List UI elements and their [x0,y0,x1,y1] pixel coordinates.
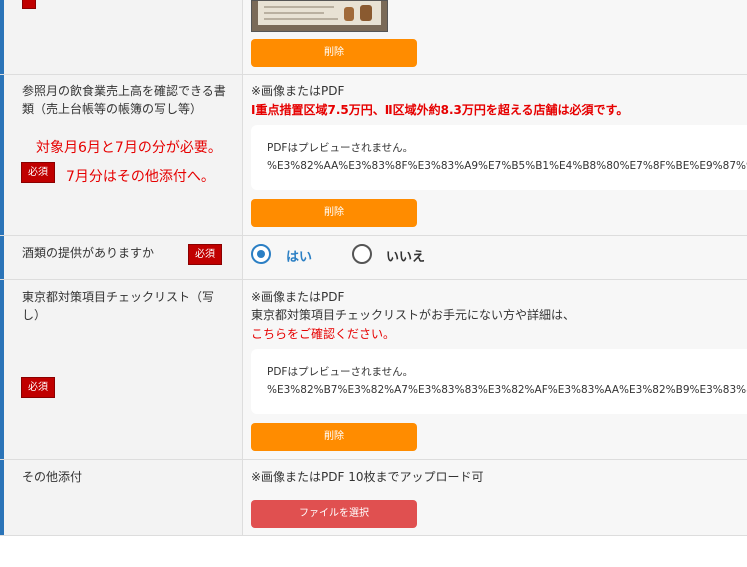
radio-yes-label[interactable]: はい [286,246,312,265]
radio-selected-dot [257,250,265,258]
required-warning: Ⅰ重点措置区域7.5万円、Ⅱ区域外約8.3万円を超える店舗は必須です。 [251,103,629,117]
annotation-note-2: 7月分はその他添付へ。 [66,169,215,185]
required-badge: 必須 [21,377,55,398]
required-badge: 必須 [21,162,55,183]
required-badge: 必須 [188,244,222,265]
other-attachment-label: その他添付 [22,470,83,484]
label-cell [4,0,242,74]
delete-button[interactable]: 削除 [251,423,417,451]
delete-button[interactable]: 削除 [251,199,417,227]
checklist-details-link[interactable]: こちらをご確認ください。 [251,325,395,342]
file-type-hint: ※画像またはPDF [251,290,345,304]
file-preview-box: PDFはプレビューされません。 %E3%82%B7%E3%82%A7%E3%83… [251,349,747,414]
row-divider [0,535,747,536]
uploaded-image-thumbnail [251,0,388,32]
alcohol-label: 酒類の提供がありますか [22,246,155,260]
required-badge [22,0,36,9]
delete-button[interactable]: 削除 [251,39,417,67]
checklist-description: 東京都対策項目チェックリストがお手元にない方や詳細は、 [251,308,576,322]
preview-filename: %E3%82%B7%E3%82%A7%E3%83%83%E3%82%AF%E3%… [267,384,747,396]
radio-yes[interactable] [251,244,271,264]
choose-file-button[interactable]: ファイルを選択 [251,500,417,528]
value-cell [243,236,747,279]
checklist-label: 東京都対策項目チェックリスト（写し） [22,290,215,322]
preview-message: PDFはプレビューされません。 [267,366,414,378]
annotation-note-1: 対象月6月と7月の分が必要。 [36,140,222,156]
form-page: 削除 参照月の飲食業売上高を確認できる書類（売上台帳等の帳簿の写し等） 対象月6… [0,0,747,567]
file-type-hint: ※画像またはPDF 10枚までアップロード可 [251,470,484,484]
file-preview-box: PDFはプレビューされません。 %E3%82%AA%E3%83%8F%E3%83… [251,125,747,190]
sales-doc-label: 参照月の飲食業売上高を確認できる書類（売上台帳等の帳簿の写し等） [22,84,226,116]
radio-no-label[interactable]: いいえ [386,246,425,265]
radio-no[interactable] [352,244,372,264]
column-divider [242,0,243,535]
preview-message: PDFはプレビューされません。 [267,142,414,154]
file-type-hint: ※画像またはPDF [251,84,345,98]
preview-filename: %E3%82%AA%E3%83%8F%E3%83%A9%E7%B5%B1%E4%… [267,160,747,172]
